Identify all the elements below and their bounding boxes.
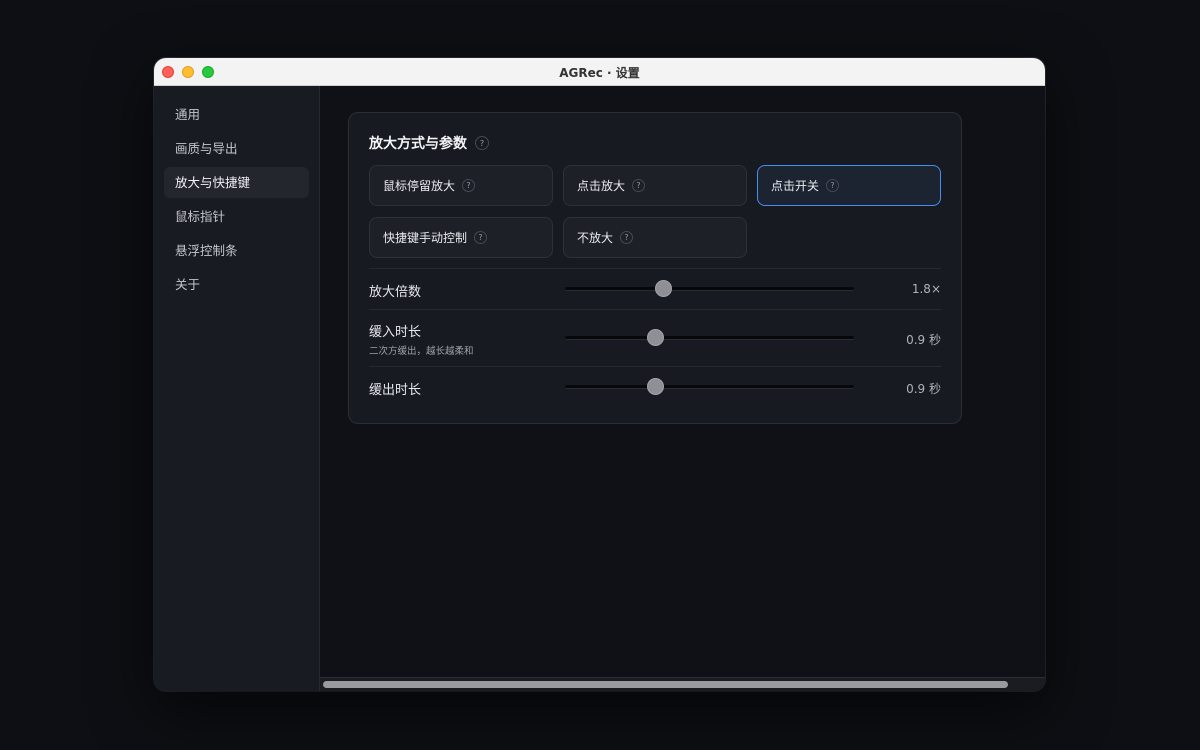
sidebar-item-zoom-shortcuts[interactable]: 放大与快捷键 — [164, 167, 309, 198]
zoom-factor-label: 放大倍数 — [369, 285, 422, 300]
sidebar-item-about[interactable]: 关于 — [164, 269, 309, 300]
sidebar: 通用 画质与导出 放大与快捷键 鼠标指针 悬浮控制条 关于 — [154, 86, 320, 691]
ease-in-label: 缓入时长 — [369, 325, 422, 340]
zoom-factor-slider[interactable] — [565, 280, 854, 297]
ease-in-row: 缓入时长 二次方缓出，越长越柔和 0.9 秒 — [369, 309, 941, 366]
mode-hotkey-manual[interactable]: 快捷键手动控制 ? — [369, 217, 553, 258]
ease-out-row: 缓出时长 0.9 秒 — [369, 366, 941, 406]
mode-label: 快捷键手动控制 — [383, 231, 468, 245]
ease-out-label: 缓出时长 — [369, 383, 422, 398]
zoom-factor-value: 1.8× — [911, 282, 941, 296]
help-icon[interactable]: ? — [632, 179, 646, 192]
mode-click-toggle[interactable]: 点击开关 ? — [757, 165, 941, 206]
sidebar-item-quality-export[interactable]: 画质与导出 — [164, 133, 309, 164]
scrollbar-thumb[interactable] — [323, 681, 1008, 688]
ease-in-description: 二次方缓出，越长越柔和 — [369, 346, 474, 357]
sidebar-item-mouse-cursor[interactable]: 鼠标指针 — [164, 201, 309, 232]
card-title: 放大方式与参数 ? — [369, 133, 941, 153]
horizontal-scrollbar[interactable] — [320, 677, 1045, 691]
card-title-text: 放大方式与参数 — [369, 136, 467, 152]
ease-out-slider[interactable] — [565, 378, 854, 395]
mode-label: 点击开关 — [771, 179, 820, 193]
help-icon[interactable]: ? — [475, 136, 489, 150]
help-icon[interactable]: ? — [474, 231, 488, 244]
slider-thumb[interactable] — [655, 280, 673, 297]
sidebar-item-general[interactable]: 通用 — [164, 99, 309, 130]
zoom-mode-options: 鼠标停留放大 ? 点击放大 ? 点击开关 ? 快捷键手动控制 ? 不放大 ? — [369, 165, 941, 259]
zoom-settings-card: 放大方式与参数 ? 鼠标停留放大 ? 点击放大 ? 点击开关 ? 快捷键手动控制 — [348, 112, 962, 424]
zoom-factor-row: 放大倍数 1.8× — [369, 268, 941, 309]
mode-click-zoom[interactable]: 点击放大 ? — [563, 165, 747, 206]
settings-window: AGRec · 设置 通用 画质与导出 放大与快捷键 鼠标指针 悬浮控制条 关于… — [154, 58, 1045, 691]
mode-label: 点击放大 — [577, 179, 626, 193]
help-icon[interactable]: ? — [620, 231, 634, 244]
slider-thumb[interactable] — [646, 329, 664, 346]
main-content: 放大方式与参数 ? 鼠标停留放大 ? 点击放大 ? 点击开关 ? 快捷键手动控制 — [320, 86, 1045, 677]
help-icon[interactable]: ? — [826, 179, 840, 192]
ease-out-value: 0.9 秒 — [906, 382, 941, 396]
mode-no-zoom[interactable]: 不放大 ? — [563, 217, 747, 258]
window-title: AGRec · 设置 — [559, 66, 640, 80]
ease-in-slider[interactable] — [565, 329, 854, 346]
slider-thumb[interactable] — [646, 378, 664, 395]
help-icon[interactable]: ? — [462, 179, 476, 192]
mode-label: 不放大 — [577, 231, 614, 245]
ease-in-value: 0.9 秒 — [906, 333, 941, 347]
mode-label: 鼠标停留放大 — [383, 179, 456, 193]
title-bar: AGRec · 设置 — [154, 58, 1045, 86]
mode-hover-zoom[interactable]: 鼠标停留放大 ? — [369, 165, 553, 206]
sidebar-item-floating-bar[interactable]: 悬浮控制条 — [164, 235, 309, 266]
